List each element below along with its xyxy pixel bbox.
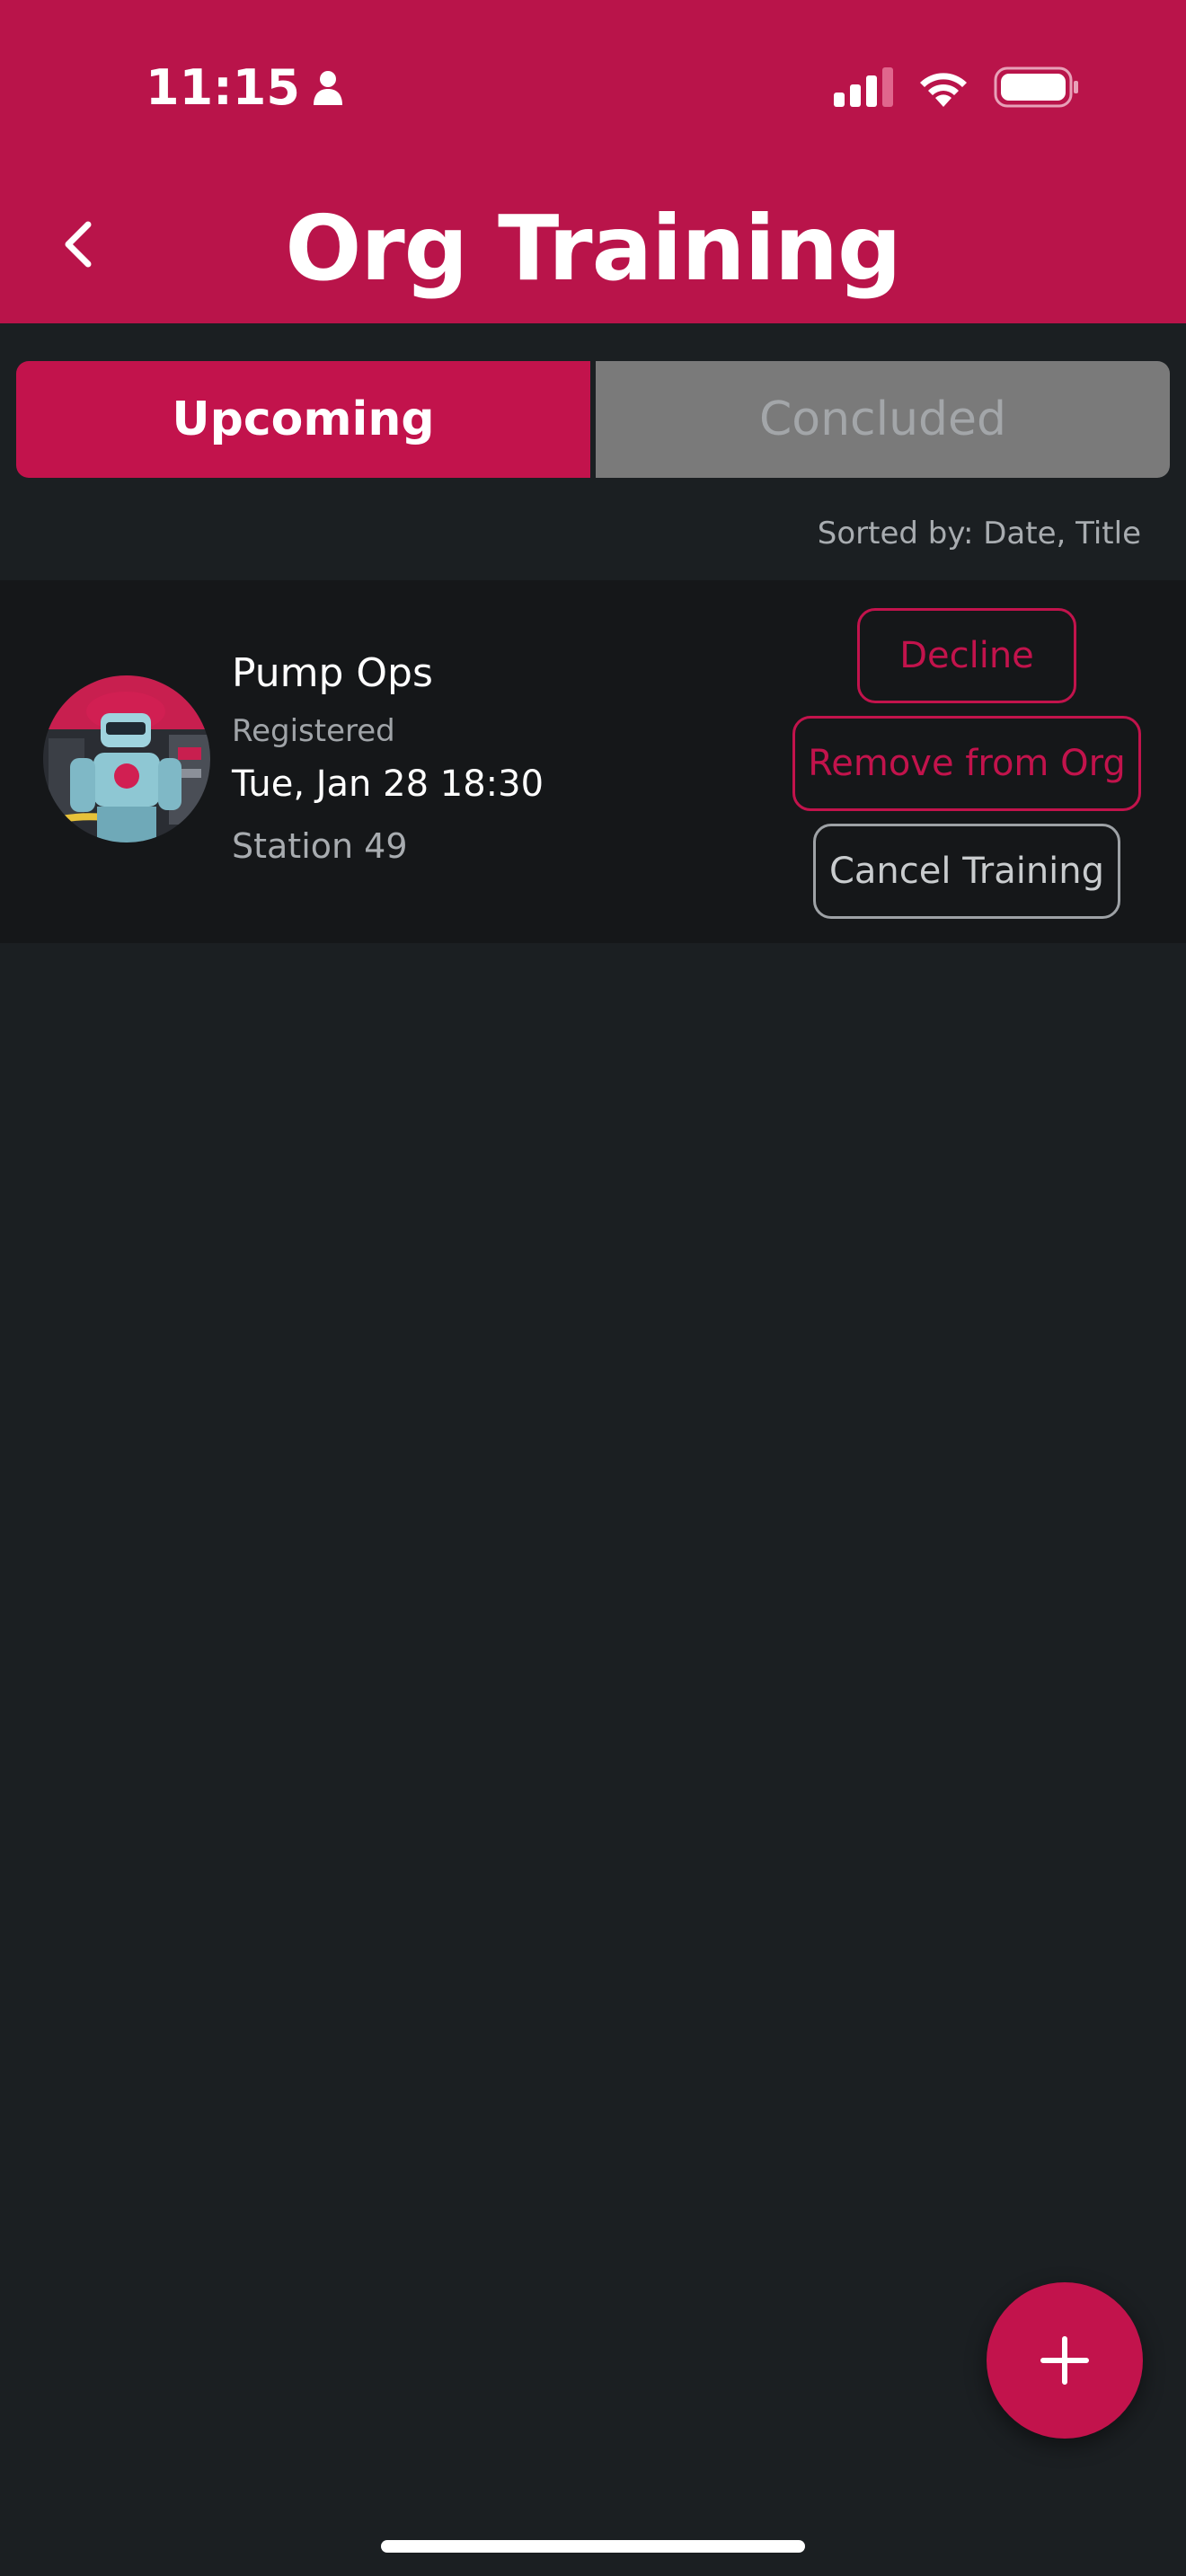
- add-training-button[interactable]: [987, 2282, 1143, 2439]
- wifi-icon: [920, 73, 967, 107]
- training-date: Tue, Jan 28 18:30: [232, 763, 544, 805]
- status-time: 11:15: [146, 56, 343, 119]
- decline-button[interactable]: Decline: [857, 608, 1076, 703]
- training-location: Station 49: [232, 826, 408, 866]
- status-icons: [834, 63, 1078, 111]
- status-time-text: 11:15: [146, 58, 300, 116]
- tab-bar: Upcoming Concluded: [16, 361, 1170, 478]
- tab-upcoming[interactable]: Upcoming: [16, 361, 590, 478]
- cancel-training-button[interactable]: Cancel Training: [813, 824, 1120, 919]
- plus-icon: [1040, 2336, 1089, 2385]
- remove-from-org-button[interactable]: Remove from Org: [792, 716, 1141, 811]
- tab-concluded[interactable]: Concluded: [596, 361, 1170, 478]
- firefighter-robot-image: [43, 675, 210, 842]
- signal-icon: [834, 67, 893, 107]
- screen: 11:15 Org Training Upcoming Concluded So…: [0, 0, 1186, 2576]
- battery-icon: [994, 66, 1078, 108]
- person-icon: [313, 71, 342, 105]
- training-avatar: [43, 675, 210, 842]
- training-title: Pump Ops: [232, 650, 433, 696]
- sort-label[interactable]: Sorted by: Date, Title: [818, 516, 1141, 551]
- home-indicator: [381, 2540, 805, 2553]
- training-status: Registered: [232, 713, 395, 749]
- app-header: 11:15 Org Training: [0, 0, 1186, 323]
- page-title: Org Training: [285, 196, 901, 301]
